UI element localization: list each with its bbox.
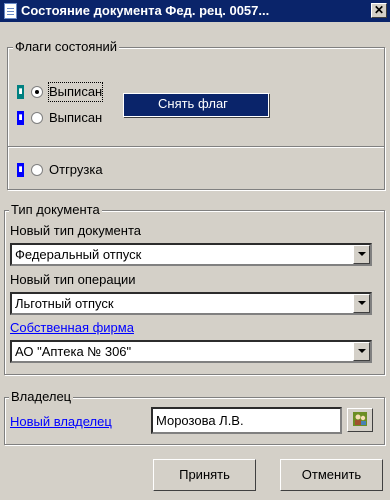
flag-radio-1[interactable]	[31, 86, 43, 98]
flag-row-shipping[interactable]: ▮ Отгрузка	[17, 161, 157, 179]
window-title: Состояние документа Фед. рец. 0057...	[21, 3, 270, 18]
flag-row-2[interactable]: ▮ Выписан	[17, 109, 137, 127]
flag-color-icon: ▮	[17, 163, 24, 177]
select-owner-button[interactable]	[347, 408, 373, 432]
flag-radio-2[interactable]	[31, 112, 43, 124]
flag-label-1: Выписан	[47, 82, 104, 102]
accept-button[interactable]: Принять	[153, 459, 256, 491]
owner-value: Морозова Л.В.	[156, 413, 244, 428]
own-firm-value: АО "Аптека № 306"	[15, 344, 132, 359]
new-doc-type-value: Федеральный отпуск	[15, 247, 142, 262]
title-bar: Состояние документа Фед. рец. 0057... ✕	[0, 0, 390, 22]
users-icon	[353, 412, 367, 426]
flag-color-icon: ▮	[17, 111, 24, 125]
close-button[interactable]: ✕	[371, 3, 387, 18]
flag-row-1[interactable]: ▮ Выписан	[17, 82, 137, 102]
owner-field[interactable]: Морозова Л.В.	[151, 407, 342, 434]
chevron-down-icon[interactable]	[353, 294, 370, 313]
flag-color-icon: ▮	[17, 85, 24, 99]
chevron-down-icon[interactable]	[353, 245, 370, 264]
flag-label-2: Выписан	[49, 110, 103, 125]
chevron-down-icon[interactable]	[353, 342, 370, 361]
new-doc-type-label: Новый тип документа	[10, 223, 141, 238]
new-op-type-value: Льготный отпуск	[15, 296, 114, 311]
own-firm-select[interactable]: АО "Аптека № 306"	[10, 340, 372, 363]
doc-type-legend: Тип документа	[9, 202, 102, 217]
new-doc-type-select[interactable]: Федеральный отпуск	[10, 243, 372, 266]
context-menu-item-remove-flag[interactable]: Снять флаг	[123, 93, 269, 117]
flag-radio-shipping[interactable]	[31, 164, 43, 176]
flags-legend: Флаги состояний	[13, 39, 120, 54]
new-op-type-select[interactable]: Льготный отпуск	[10, 292, 372, 315]
new-op-type-label: Новый тип операции	[10, 272, 136, 287]
cancel-button[interactable]: Отменить	[280, 459, 383, 491]
flag-label-shipping: Отгрузка	[49, 162, 103, 177]
owner-legend: Владелец	[9, 389, 74, 404]
new-owner-link[interactable]: Новый владелец	[10, 414, 112, 429]
document-icon	[4, 3, 17, 19]
own-firm-link[interactable]: Собственная фирма	[10, 320, 134, 335]
